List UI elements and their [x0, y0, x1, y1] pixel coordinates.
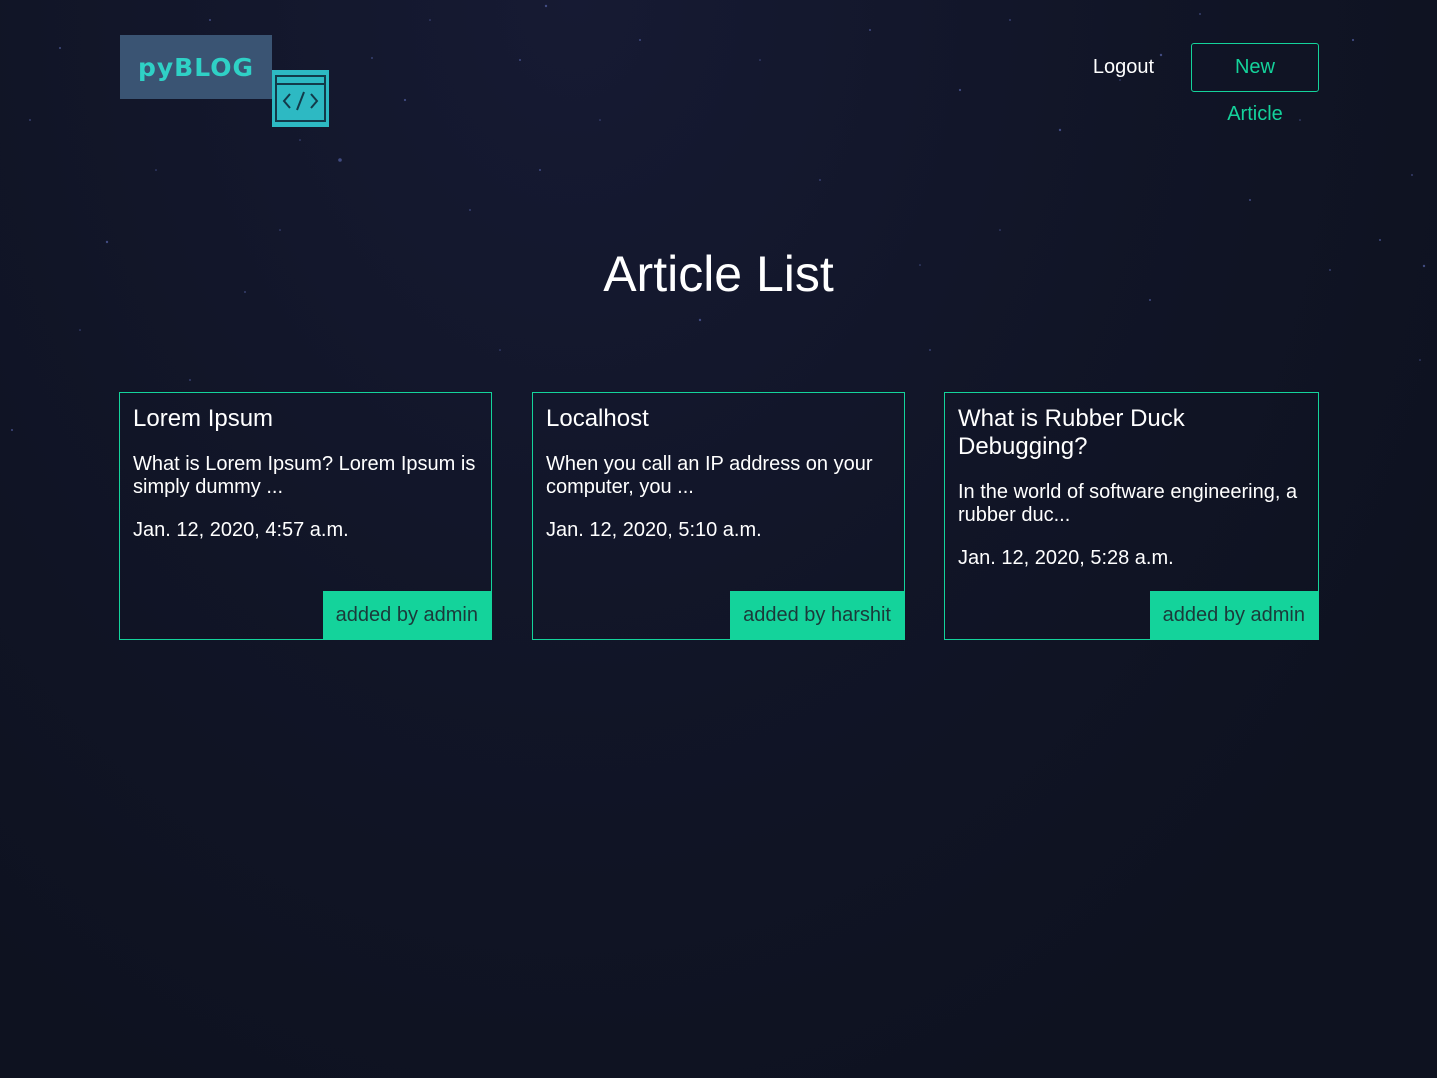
new-article-button[interactable]: New Article [1191, 43, 1319, 125]
article-title: What is Rubber Duck Debugging? [958, 405, 1185, 460]
code-brackets-icon [272, 70, 329, 127]
article-list: Lorem Ipsum What is Lorem Ipsum? Lorem I… [119, 392, 1319, 642]
article-card[interactable]: Lorem Ipsum What is Lorem Ipsum? Lorem I… [119, 392, 492, 640]
page: pyBLOG Logout New Article Article List L… [0, 0, 1437, 1078]
article-date: Jan. 12, 2020, 5:10 a.m. [546, 519, 762, 541]
article-card[interactable]: What is Rubber Duck Debugging? In the wo… [944, 392, 1319, 640]
article-author-badge: added by admin [1149, 591, 1318, 639]
article-title: Localhost [546, 405, 649, 432]
article-snippet: When you call an IP address on your comp… [546, 453, 873, 498]
top-nav: Logout New Article [1093, 43, 1319, 125]
article-snippet: What is Lorem Ipsum? Lorem Ipsum is simp… [133, 453, 476, 498]
page-title: Article List [603, 246, 834, 302]
article-date: Jan. 12, 2020, 4:57 a.m. [133, 519, 349, 541]
logout-link[interactable]: Logout [1093, 56, 1154, 79]
logo-box: pyBLOG [120, 35, 272, 99]
article-author-badge: added by admin [322, 591, 491, 639]
article-title: Lorem Ipsum [133, 405, 274, 432]
article-author-badge: added by harshit [730, 591, 904, 639]
site-logo[interactable]: pyBLOG [120, 35, 330, 128]
article-date: Jan. 12, 2020, 5:28 a.m. [958, 547, 1174, 569]
logo-text: pyBLOG [137, 52, 255, 82]
article-card[interactable]: Localhost When you call an IP address on… [532, 392, 905, 640]
article-snippet: In the world of software engineering, a … [958, 481, 1298, 526]
